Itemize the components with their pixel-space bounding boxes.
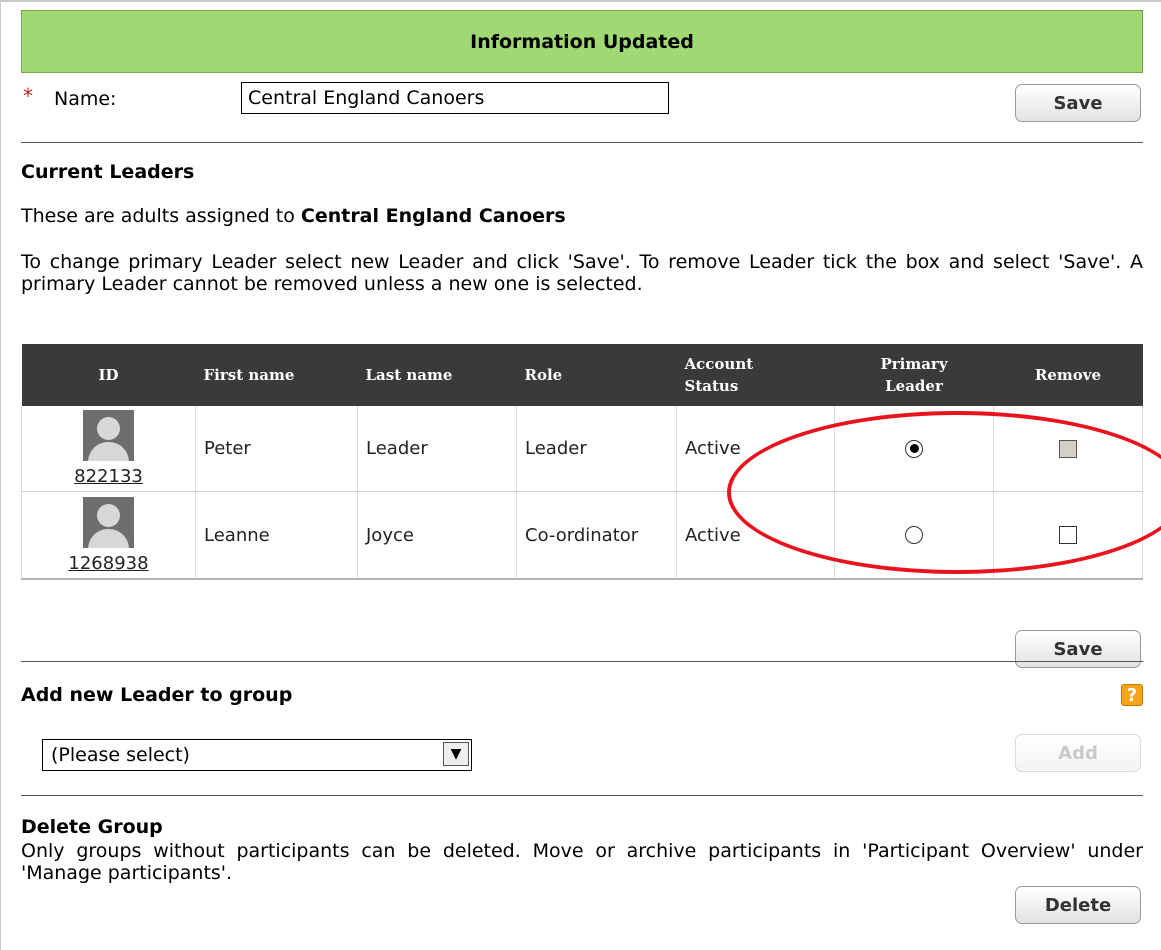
delete-group-button[interactable]: Delete — [1015, 886, 1141, 924]
avatar-icon — [83, 496, 134, 548]
last-name-cell: Joyce — [357, 491, 517, 580]
col-account-status-line1: Account — [684, 355, 754, 373]
remove-cell — [993, 491, 1143, 580]
col-primary-leader-line1: Primary — [880, 355, 948, 373]
col-role: Role — [516, 344, 677, 406]
delete-group-heading: Delete Group — [21, 816, 163, 838]
primary-leader-cell — [834, 491, 994, 580]
avatar-icon — [83, 410, 134, 461]
primary-leader-radio[interactable] — [905, 439, 923, 458]
col-first-name: First name — [195, 344, 358, 406]
first-name-cell: Peter — [195, 406, 358, 492]
col-last-name: Last name — [357, 344, 517, 406]
status-cell: Active — [676, 491, 835, 580]
col-primary-leader-line2: Leader — [885, 377, 943, 395]
last-name-cell: Leader — [357, 406, 517, 492]
group-name-input[interactable]: Central England Canoers — [241, 82, 669, 114]
member-id-link[interactable]: 1268938 — [22, 553, 195, 574]
first-name-cell: Leanne — [195, 491, 358, 580]
assigned-prefix: These are adults assigned to — [21, 205, 301, 227]
id-cell: 1268938 — [21, 491, 196, 580]
save-leaders-button[interactable]: Save — [1015, 630, 1141, 668]
id-cell: 822133 — [21, 406, 196, 492]
primary-leader-cell — [834, 406, 994, 492]
leaders-table: ID First name Last name Role Account Sta… — [21, 344, 1143, 580]
name-label: Name: — [54, 88, 117, 110]
col-account-status: Account Status — [676, 344, 835, 406]
assigned-group-name: Central England Canoers — [300, 205, 566, 227]
role-cell: Co-ordinator — [516, 491, 677, 580]
help-icon[interactable]: ? — [1121, 684, 1143, 706]
leader-select-value: (Please select) — [51, 744, 190, 766]
role-cell: Leader — [516, 406, 677, 492]
current-leaders-heading: Current Leaders — [21, 161, 195, 183]
col-account-status-line2: Status — [684, 377, 739, 395]
divider — [21, 795, 1143, 796]
col-remove: Remove — [993, 344, 1143, 406]
leader-instructions: To change primary Leader select new Lead… — [21, 251, 1143, 295]
remove-checkbox[interactable] — [1059, 526, 1077, 544]
delete-group-text: Only groups without participants can be … — [21, 840, 1143, 884]
add-leader-button[interactable]: Add — [1015, 734, 1141, 772]
add-leader-heading: Add new Leader to group — [21, 684, 293, 706]
remove-checkbox[interactable] — [1059, 439, 1077, 458]
primary-leader-radio[interactable] — [905, 526, 923, 544]
status-cell: Active — [676, 406, 835, 492]
table-row: 1268938 Leanne Joyce Co-ordinator Active — [21, 491, 1143, 580]
success-banner: Information Updated — [21, 10, 1143, 73]
table-row: 822133 Peter Leader Leader Active — [21, 406, 1143, 492]
col-primary-leader: Primary Leader — [834, 344, 994, 406]
leader-select[interactable]: (Please select) ▼ — [42, 739, 472, 771]
name-row: * Name: Central England Canoers — [21, 82, 1143, 127]
save-name-button[interactable]: Save — [1015, 84, 1141, 122]
required-marker: * — [23, 84, 33, 108]
chevron-down-icon[interactable]: ▼ — [443, 742, 469, 766]
assigned-text: These are adults assigned to Central Eng… — [21, 205, 566, 227]
remove-cell — [993, 406, 1143, 492]
member-id-link[interactable]: 822133 — [22, 466, 195, 487]
table-header-row: ID First name Last name Role Account Sta… — [21, 344, 1143, 406]
col-id: ID — [21, 344, 196, 406]
divider — [21, 661, 1143, 662]
divider — [21, 142, 1143, 143]
